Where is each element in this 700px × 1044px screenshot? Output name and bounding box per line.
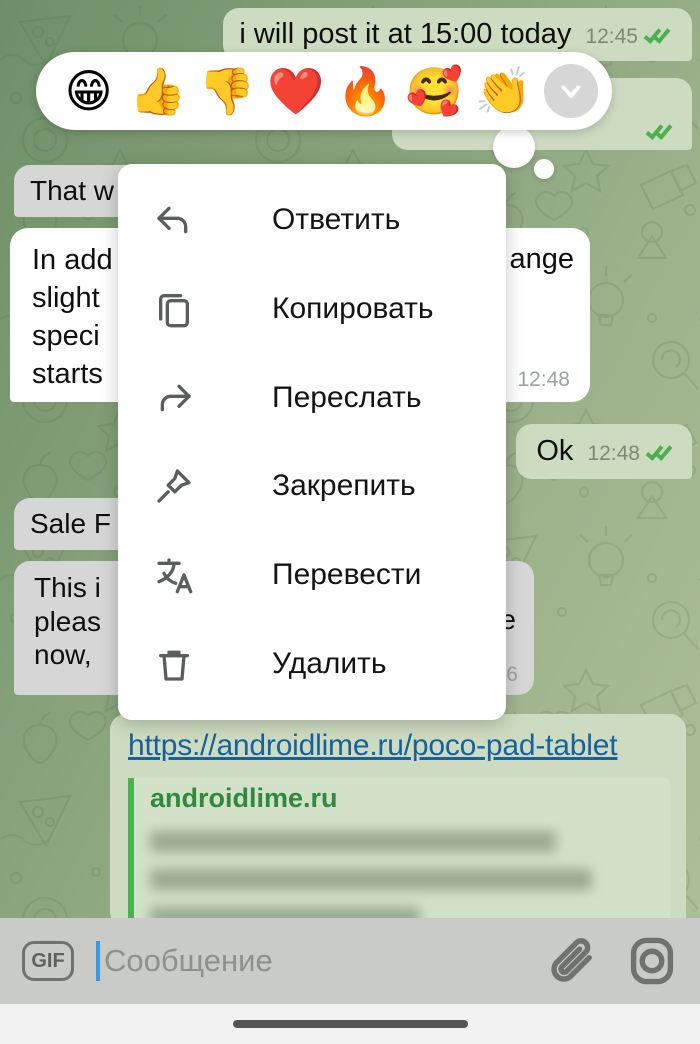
android-home-indicator[interactable] [232,1020,468,1028]
menu-item-label: Закрепить [272,469,416,503]
message-input-placeholder: Сообщение [104,943,273,978]
trash-icon [154,644,214,684]
read-receipt-double-check-icon [643,24,674,46]
smiling-face-with-hearts-emoji[interactable]: 🥰 [400,68,469,114]
read-receipt-double-check-icon [645,441,676,463]
message-time: 12:48 [517,367,570,391]
forward-icon [154,378,214,418]
menu-item-reply[interactable]: Ответить [118,177,506,263]
camera-icon[interactable] [626,935,678,987]
red-heart-emoji[interactable]: ❤️ [261,68,330,114]
menu-item-label: Ответить [272,203,401,237]
chevron-down-icon[interactable] [543,64,598,118]
message-text: That w [30,175,115,206]
fire-emoji[interactable]: 🔥 [331,68,400,114]
message-text: Sale F [30,508,111,539]
reaction-bar-tail-large [493,126,535,168]
message-meta [645,121,676,142]
message-meta: 12:45 [585,24,674,49]
message-meta: 12:48 [587,441,676,466]
thumbs-down-emoji[interactable]: 👎 [192,68,261,114]
message-row-outgoing[interactable]: Ok 12:48 [516,424,692,479]
copy-icon [154,289,214,329]
gif-icon[interactable]: GIF [22,941,74,981]
chat-screen: i will post it at 15:00 today 12:45 That … [0,0,700,1044]
android-navigation-bar [0,1004,700,1044]
message-link-url[interactable]: https://androidlime.ru/poco-pad-tablet [128,728,670,764]
text-cursor [96,941,100,981]
message-text: i will post it at 15:00 today [239,18,572,50]
menu-item-delete[interactable]: Удалить [118,621,506,707]
menu-item-label: Удалить [272,646,387,680]
clapping-hands-emoji[interactable]: 👏 [469,68,538,114]
menu-item-label: Переслать [272,380,422,414]
message-bubble[interactable]: Ok 12:48 [516,424,692,479]
link-preview-blurred-line [150,869,592,891]
message-text: Ok [536,435,574,467]
message-input-field[interactable]: Сообщение [96,941,522,981]
paperclip-icon[interactable] [548,935,600,987]
menu-item-pin[interactable]: Закрепить [118,443,506,529]
message-context-menu[interactable]: Ответить Копировать Переслать Закрепить [118,164,506,720]
link-preview-site-name: androidlime.ru [150,783,338,813]
read-receipt-double-check-icon [645,121,676,142]
link-preview-blurred-line [150,831,556,853]
message-time: 12:45 [585,25,638,48]
message-time: 12:48 [587,442,640,465]
pin-icon [154,466,214,506]
menu-item-translate[interactable]: Перевести [118,532,506,618]
link-preview-card[interactable]: androidlime.ru [128,778,670,929]
grinning-face-emoji[interactable]: 😁 [54,68,123,114]
reply-icon [154,200,214,240]
message-input-bar[interactable]: GIF Сообщение [0,918,700,1004]
message-bubble-link[interactable]: https://androidlime.ru/poco-pad-tablet a… [110,714,686,929]
translate-icon [154,555,214,595]
quick-reaction-bar[interactable]: 😁 👍 👎 ❤️ 🔥 🥰 👏 [36,52,612,130]
menu-item-forward[interactable]: Переслать [118,355,506,441]
menu-item-copy[interactable]: Копировать [118,266,506,352]
thumbs-up-emoji[interactable]: 👍 [123,68,192,114]
message-row-link-preview[interactable]: https://androidlime.ru/poco-pad-tablet a… [110,714,686,929]
reaction-bar-tail-small [534,159,554,179]
menu-item-label: Копировать [272,291,434,325]
message-text-tail: ange [509,243,574,275]
menu-item-label: Перевести [272,557,422,591]
